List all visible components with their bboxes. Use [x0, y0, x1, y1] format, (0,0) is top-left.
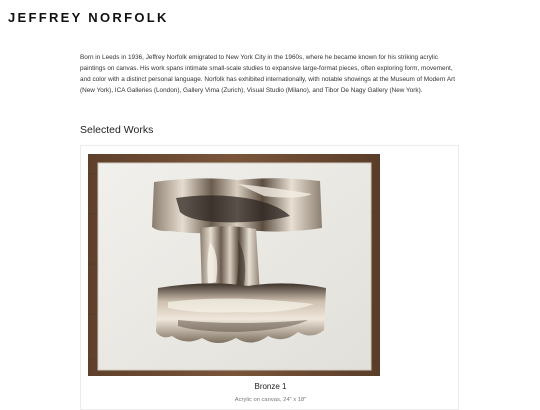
selected-works-heading: Selected Works [80, 124, 154, 136]
site-title[interactable]: JEFFREY NORFOLK [8, 10, 169, 25]
artwork-image[interactable] [88, 154, 380, 376]
artwork-card[interactable]: Bronze 1 Acrylic on canvas, 24" x 18" [80, 145, 459, 410]
artwork-title[interactable]: Bronze 1 [81, 382, 460, 391]
artwork-medium-size: Acrylic on canvas, 24" x 18" [234, 397, 307, 403]
artist-bio: Born in Leeds in 1936, Jeffrey Norfolk e… [80, 54, 456, 94]
